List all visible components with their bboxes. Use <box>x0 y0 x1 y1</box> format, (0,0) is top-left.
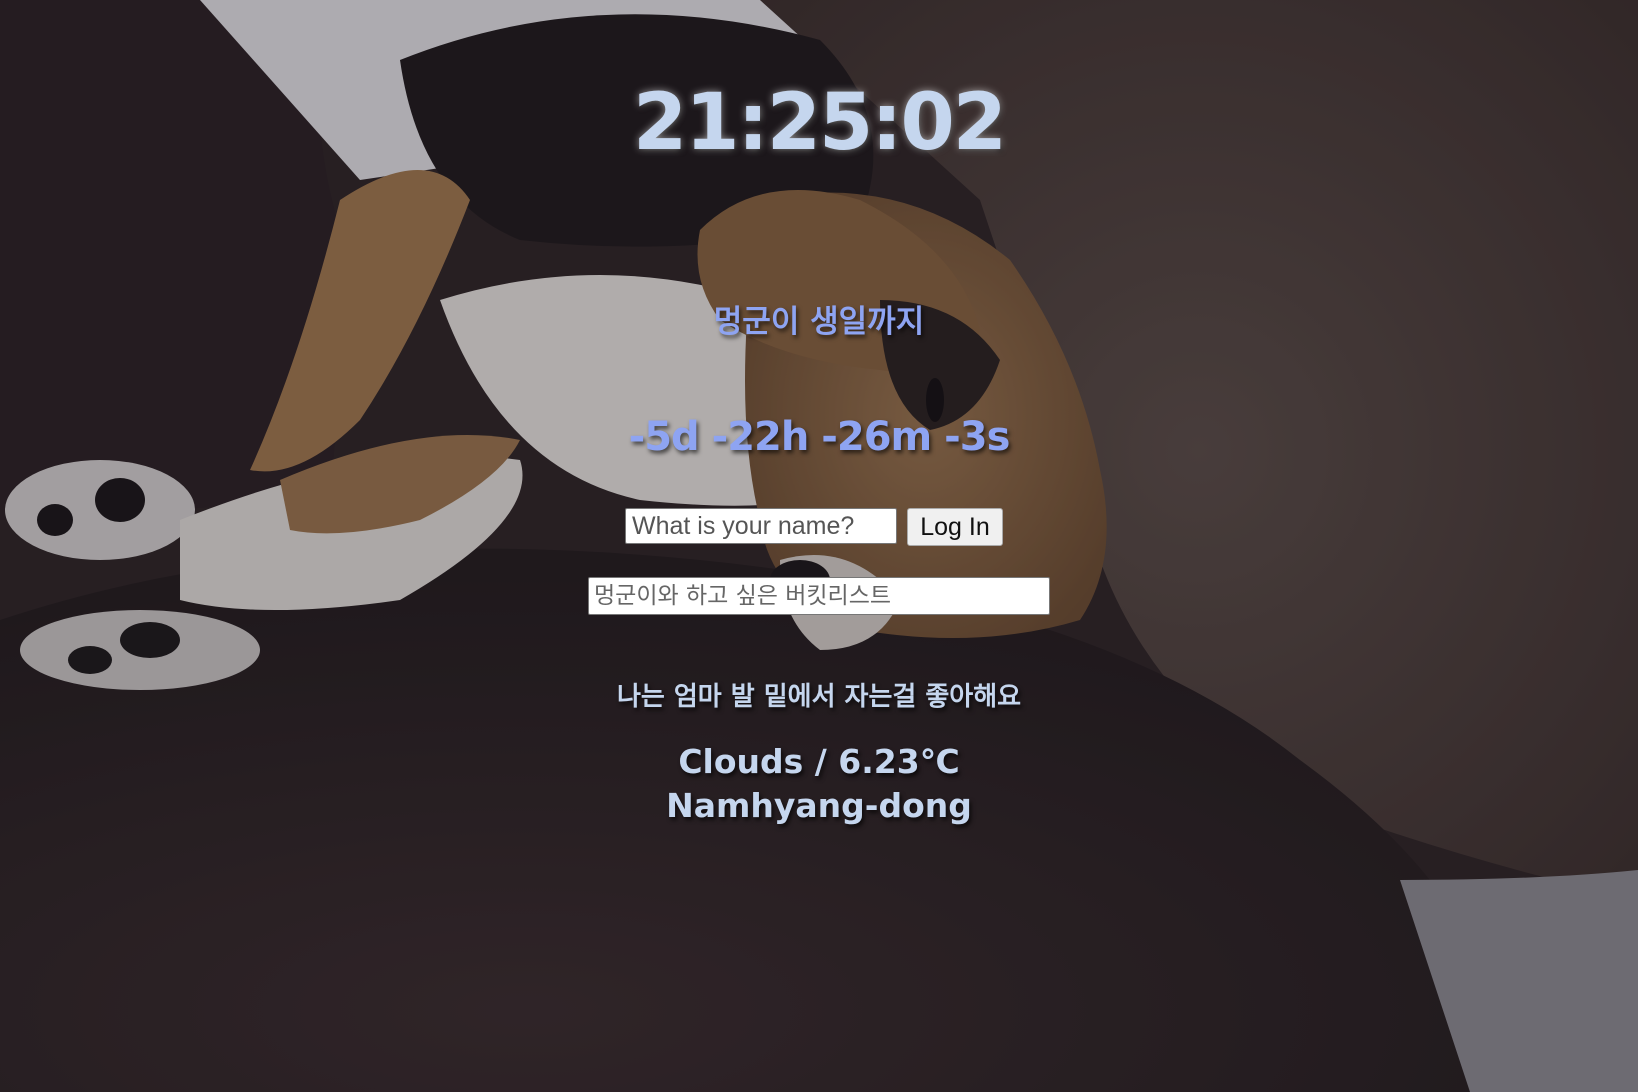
name-input[interactable] <box>625 508 897 544</box>
todo-input[interactable] <box>588 577 1050 615</box>
weather-panel: Clouds / 6.23℃ Namhyang-dong <box>0 740 1638 828</box>
dday-title: 멍군이 생일까지 <box>713 304 925 340</box>
dday-countdown: -5d -22h -26m -3s <box>628 414 1011 460</box>
quote-text: 나는 엄마 발 밑에서 자는걸 좋아해요 <box>616 682 1022 712</box>
login-button[interactable]: Log In <box>907 508 1003 546</box>
weather-condition-temp: Clouds / 6.23℃ <box>678 742 960 781</box>
clock: 21:25:02 <box>632 78 1007 168</box>
login-form: Log In <box>625 508 1003 546</box>
weather-location: Namhyang-dong <box>666 786 972 825</box>
main-content: 21:25:02 멍군이 생일까지 -5d -22h -26m -3s Log … <box>0 0 1638 1092</box>
todo-form <box>588 577 1050 615</box>
